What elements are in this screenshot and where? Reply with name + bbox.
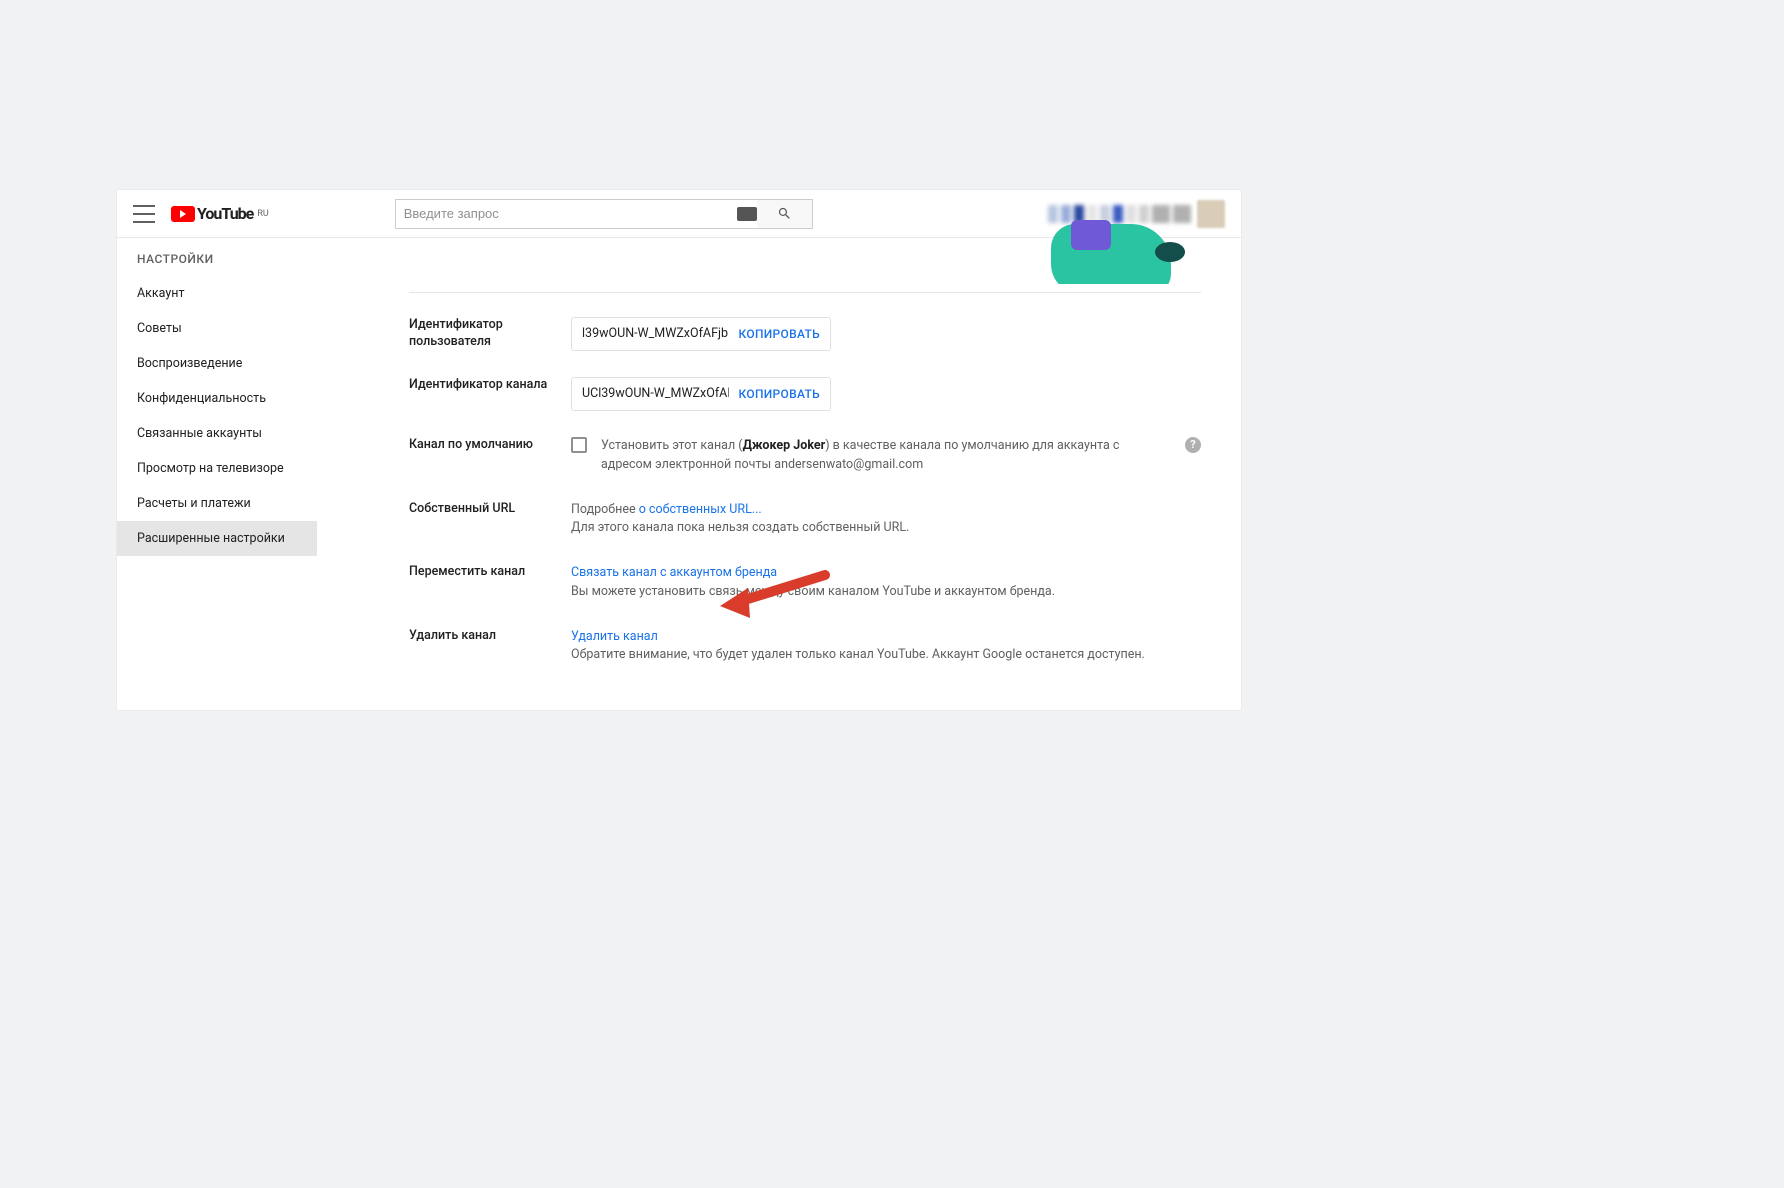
search-form	[395, 199, 813, 229]
label-delete-channel: Удалить канал	[409, 628, 571, 645]
sidebar-item-label: Конфиденциальность	[137, 391, 266, 406]
channel-name: Джокер Joker	[743, 438, 826, 453]
row-custom-url: Собственный URL Подробнее о собственных …	[409, 501, 1201, 539]
sidebar-item-advanced[interactable]: Расширенные настройки	[117, 521, 317, 556]
help-icon[interactable]: ?	[1185, 437, 1201, 453]
sidebar-item-playback[interactable]: Воспроизведение	[117, 346, 317, 381]
row-default-channel: Канал по умолчанию Установить этот канал…	[409, 437, 1201, 475]
delete-channel-note: Обратите внимание, что будет удален толь…	[571, 646, 1201, 665]
sidebar-item-label: Расширенные настройки	[137, 531, 285, 546]
label-custom-url: Собственный URL	[409, 501, 571, 518]
default-channel-text: Установить этот канал (Джокер Joker) в к…	[601, 437, 1177, 475]
sidebar-item-label: Воспроизведение	[137, 356, 242, 371]
logo-text: YouTube	[197, 204, 253, 223]
hero-illustration	[1011, 214, 1211, 284]
row-user-id: Идентификатор пользователя l39wOUN-W_MWZ…	[409, 317, 1201, 351]
channel-id-value: UCl39wOUN-W_MWZxOfAFjb	[582, 385, 729, 404]
keyboard-icon[interactable]	[737, 207, 757, 221]
label-channel-id: Идентификатор канала	[409, 377, 571, 394]
sidebar-item-billing[interactable]: Расчеты и платежи	[117, 486, 317, 521]
sidebar-item-label: Расчеты и платежи	[137, 496, 251, 511]
sidebar-item-account[interactable]: Аккаунт	[117, 276, 317, 311]
search-icon	[777, 206, 792, 221]
copy-channel-id-button[interactable]: КОПИРОВАТЬ	[739, 385, 820, 403]
youtube-logo[interactable]: YouTube RU	[171, 204, 269, 223]
label-move-channel: Переместить канал	[409, 564, 571, 581]
play-icon	[171, 206, 195, 222]
row-move-channel: Переместить канал Связать канал с аккаун…	[409, 564, 1201, 602]
custom-url-learn-more-link[interactable]: о собственных URL...	[639, 502, 762, 517]
account-email: andersenwato@gmail.com	[774, 457, 923, 472]
copy-user-id-button[interactable]: КОПИРОВАТЬ	[739, 325, 820, 343]
label-default-channel: Канал по умолчанию	[409, 437, 571, 454]
delete-channel-link[interactable]: Удалить канал	[571, 629, 658, 644]
row-channel-id: Идентификатор канала UCl39wOUN-W_MWZxOfA…	[409, 377, 1201, 411]
search-button[interactable]	[757, 199, 813, 229]
sidebar-title: НАСТРОЙКИ	[117, 238, 317, 276]
custom-url-note: Для этого канала пока нельзя создать соб…	[571, 519, 1201, 538]
sidebar-item-label: Советы	[137, 321, 182, 336]
logo-region: RU	[257, 209, 268, 219]
row-delete-channel: Удалить канал Удалить канал Обратите вни…	[409, 628, 1201, 666]
menu-icon[interactable]	[133, 205, 155, 223]
move-channel-note: Вы можете установить связь между своим к…	[571, 583, 1201, 602]
sidebar: НАСТРОЙКИ Аккаунт Советы Воспроизведение…	[117, 238, 317, 556]
user-id-value: l39wOUN-W_MWZxOfAFjbRw	[582, 325, 729, 344]
label-user-id: Идентификатор пользователя	[409, 317, 571, 351]
link-brand-account[interactable]: Связать канал с аккаунтом бренда	[571, 565, 777, 580]
sidebar-item-label: Просмотр на телевизоре	[137, 461, 284, 476]
channel-id-box: UCl39wOUN-W_MWZxOfAFjb КОПИРОВАТЬ	[571, 377, 831, 411]
sidebar-item-label: Аккаунт	[137, 286, 185, 301]
divider	[409, 292, 1201, 293]
sidebar-item-privacy[interactable]: Конфиденциальность	[117, 381, 317, 416]
default-channel-checkbox[interactable]	[571, 437, 587, 453]
search-input[interactable]	[395, 199, 765, 229]
sidebar-item-tips[interactable]: Советы	[117, 311, 317, 346]
sidebar-item-tv[interactable]: Просмотр на телевизоре	[117, 451, 317, 486]
youtube-settings-window: YouTube RU НАСТРОЙКИ Аккаунт Советы Восп…	[117, 190, 1241, 710]
user-id-box: l39wOUN-W_MWZxOfAFjbRw КОПИРОВАТЬ	[571, 317, 831, 351]
sidebar-item-linked-accounts[interactable]: Связанные аккаунты	[117, 416, 317, 451]
sidebar-item-label: Связанные аккаунты	[137, 426, 262, 441]
content: Идентификатор пользователя l39wOUN-W_MWZ…	[409, 238, 1201, 710]
